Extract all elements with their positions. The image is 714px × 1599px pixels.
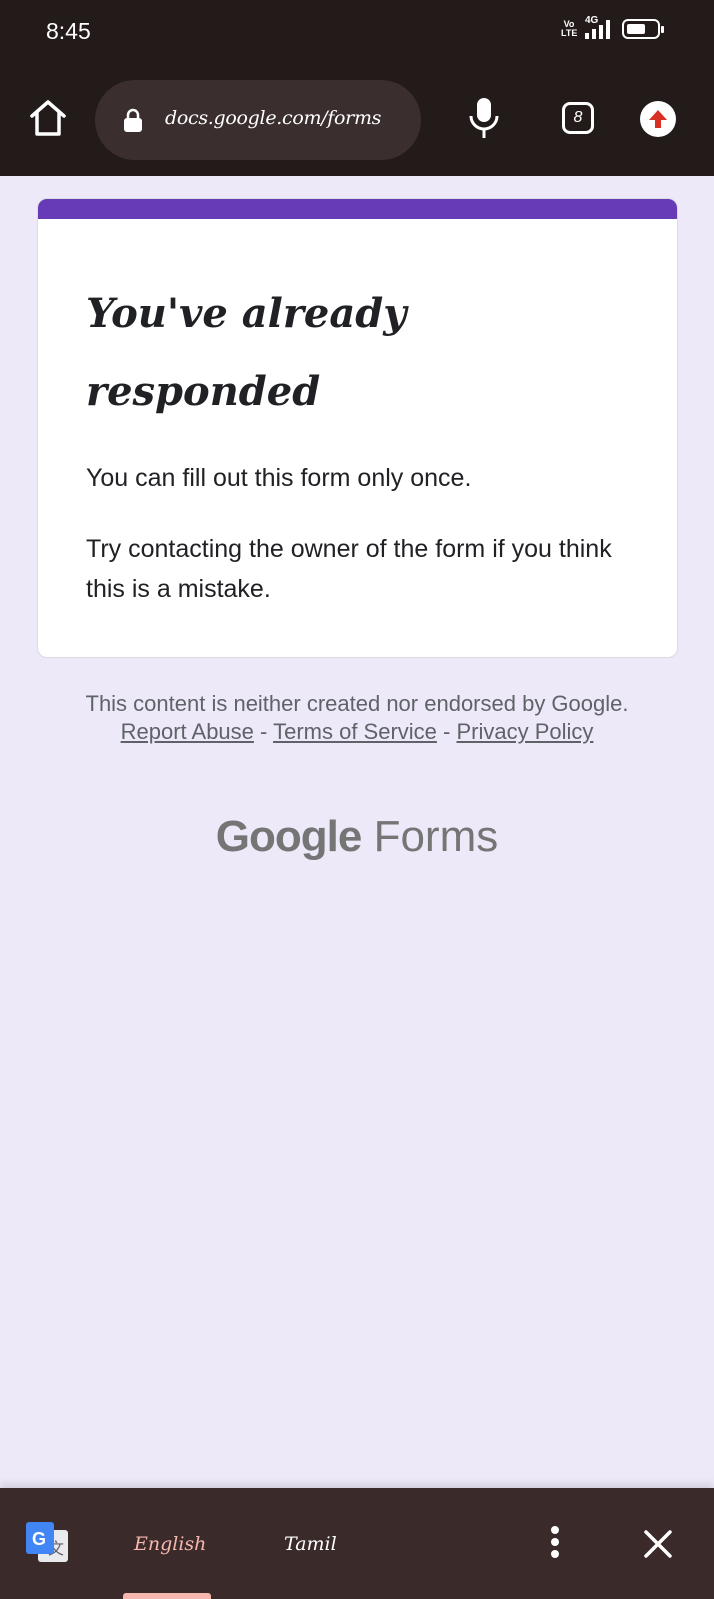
microphone-icon (469, 98, 499, 138)
home-button[interactable] (26, 96, 70, 140)
update-button[interactable] (640, 101, 676, 137)
form-message-contact: Try contacting the owner of the form if … (86, 535, 612, 603)
selected-language-indicator (123, 1593, 211, 1599)
status-time: 8:45 (46, 18, 91, 44)
more-options-button[interactable] (543, 1526, 567, 1562)
voice-search-button[interactable] (466, 96, 502, 140)
arrow-up-icon (649, 110, 667, 128)
battery-icon (622, 19, 664, 39)
svg-text:G: G (32, 1529, 46, 1549)
volte-icon: Vo LTE (561, 19, 578, 38)
form-accent-bar (38, 199, 677, 219)
more-vert-icon (551, 1526, 559, 1534)
privacy-policy-link[interactable]: Privacy Policy (456, 719, 593, 744)
disclaimer-text: This content is neither created nor endo… (85, 691, 629, 716)
form-card: You've already responded You can fill ou… (37, 198, 678, 658)
separator: - (260, 719, 268, 744)
language-tab-english[interactable]: English (134, 1533, 206, 1555)
url-text: docs.google.com/forms (165, 107, 382, 129)
footer-disclaimer: This content is neither created nor endo… (80, 690, 634, 746)
translate-bar: 文 G English Tamil (0, 1488, 714, 1599)
google-translate-icon[interactable]: 文 G (24, 1520, 70, 1566)
browser-toolbar: docs.google.com/forms 8 (0, 64, 714, 176)
status-bar: 8:45 Vo LTE 4G (0, 0, 714, 64)
signal-icon: 4G (585, 15, 610, 39)
lock-icon (124, 108, 142, 132)
home-icon (30, 100, 66, 136)
status-icons: Vo LTE 4G (561, 15, 664, 39)
separator: - (443, 719, 451, 744)
address-bar[interactable]: docs.google.com/forms (95, 80, 421, 160)
form-message-once: You can fill out this form only once. (86, 464, 472, 492)
google-forms-logo[interactable]: Google Forms (0, 812, 714, 862)
logo-google: Google (215, 812, 363, 861)
tab-switcher-button[interactable]: 8 (562, 102, 594, 134)
form-title: You've already responded (86, 290, 407, 415)
report-abuse-link[interactable]: Report Abuse (121, 719, 254, 744)
terms-of-service-link[interactable]: Terms of Service (273, 719, 437, 744)
logo-forms: Forms (373, 812, 499, 861)
close-icon[interactable] (642, 1528, 674, 1560)
language-tab-tamil[interactable]: Tamil (284, 1533, 337, 1555)
network-type: 4G (585, 15, 599, 26)
